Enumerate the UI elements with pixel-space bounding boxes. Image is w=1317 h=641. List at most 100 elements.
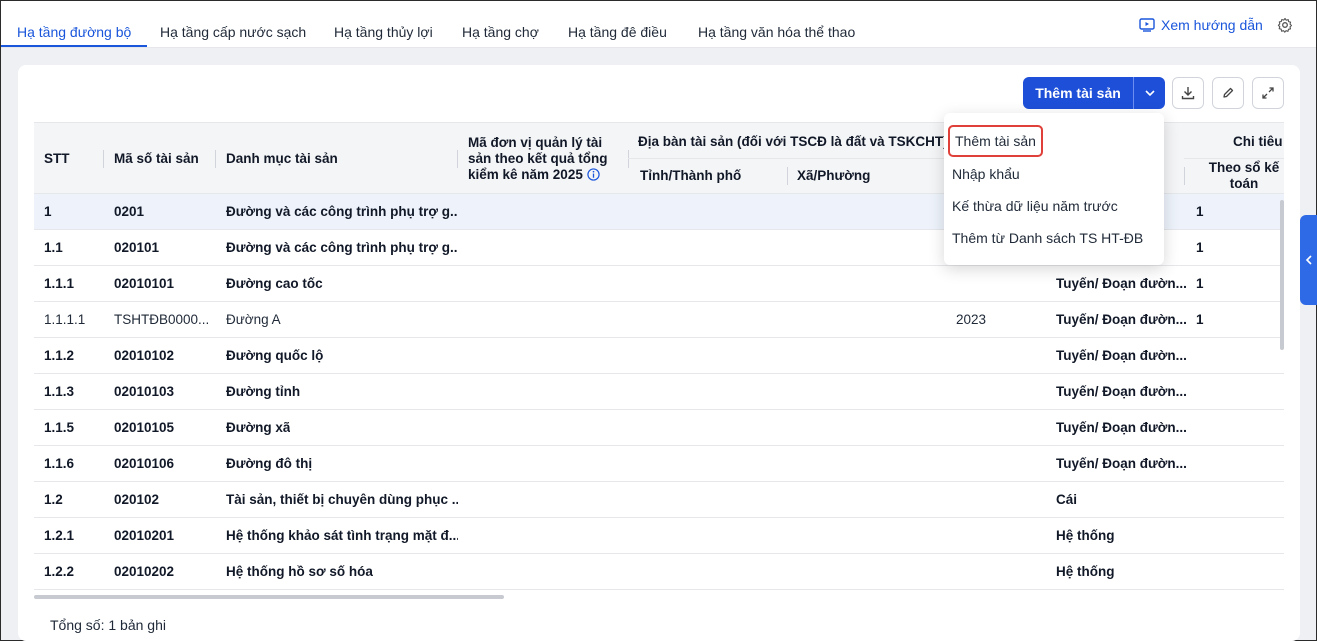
- col-ward: Xã/Phường: [797, 168, 871, 183]
- cell-stt: 1: [44, 204, 52, 219]
- pencil-icon: [1223, 87, 1234, 98]
- col-divider: [103, 150, 104, 168]
- cell-stt: 1.1: [44, 240, 63, 255]
- download-button[interactable]: [1172, 77, 1204, 109]
- menu-item-import[interactable]: Nhập khẩu: [952, 166, 1020, 182]
- col-unit-code: Mã đơn vị quản lý tài sản theo kết quả t…: [468, 135, 610, 183]
- cell-code: 02010202: [114, 564, 175, 579]
- cell-unit: Cái: [1056, 492, 1078, 507]
- cell-name: Đường và các công trình phụ trợ g...: [226, 204, 458, 219]
- cell-stt: 1.1.1.1: [44, 312, 86, 327]
- col-province: Tỉnh/Thành phố: [640, 168, 742, 183]
- cell-qty: 1: [1196, 204, 1204, 219]
- cell-name: Đường cao tốc: [226, 276, 323, 291]
- cell-unit: Tuyến/ Đoạn đườn...: [1056, 276, 1187, 291]
- col-divider: [1184, 167, 1185, 185]
- tab-duong-bo[interactable]: Hạ tầng đường bộ: [0, 1, 148, 47]
- download-icon: [1181, 87, 1195, 100]
- expand-button[interactable]: [1252, 77, 1284, 109]
- cell-code: 02010102: [114, 348, 175, 363]
- col-indicator-group: Chi tiêu: [1233, 134, 1283, 149]
- tab-van-hoa-the-thao[interactable]: Hạ tầng văn hóa thể thao: [698, 1, 855, 47]
- table-row[interactable]: 1.1.6 02010106 Đường đô thị Tuyến/ Đoạn đườ…: [34, 446, 1284, 482]
- table-row[interactable]: 1.2.2 02010202 Hệ thống hồ sơ số hóa Hệ thố…: [34, 554, 1284, 590]
- chevron-down-icon: [1144, 90, 1155, 97]
- table-row[interactable]: 1.1.1 02010101 Đường cao tốc Tuyến/ Đoạn đư…: [34, 266, 1284, 302]
- col-accounting: Theo sổ kế toán: [1208, 160, 1280, 191]
- col-category: Danh mục tài sản: [226, 151, 338, 166]
- col-divider: [628, 150, 629, 168]
- cell-name: Đường A: [226, 312, 281, 327]
- cell-name: Đường đô thị: [226, 456, 313, 471]
- cell-code: 02010201: [114, 528, 175, 543]
- cell-unit: Hệ thống: [1056, 528, 1115, 543]
- cell-name: Hệ thống hồ sơ số hóa: [226, 564, 373, 579]
- cell-unit: Tuyến/ Đoạn đườn...: [1056, 384, 1187, 399]
- table-row[interactable]: 1.1.1.1 TSHTĐB0000... Đường A 2023 Tuyến/ Đo…: [34, 302, 1284, 338]
- cell-unit: Tuyến/ Đoạn đườn...: [1056, 312, 1187, 327]
- table-row[interactable]: 1.1.5 02010105 Đường xã Tuyến/ Đoạn đườn...: [34, 410, 1284, 446]
- cell-stt: 1.1.2: [44, 348, 75, 363]
- table-row[interactable]: 1.2.1 02010201 Hệ thống khảo sát tình trạn…: [34, 518, 1284, 554]
- cell-name: Đường quốc lộ: [226, 348, 324, 363]
- cell-stt: 1.2.1: [44, 528, 75, 543]
- chevron-left-icon: [1305, 255, 1312, 265]
- cell-code: 0201: [114, 204, 145, 219]
- cell-qty: 1: [1196, 240, 1204, 255]
- vertical-scrollbar[interactable]: [1280, 200, 1284, 350]
- cell-code: 02010105: [114, 420, 175, 435]
- col-divider: [787, 167, 788, 185]
- cell-stt: 1.1.5: [44, 420, 75, 435]
- cell-year: 2023: [956, 312, 987, 327]
- table-row[interactable]: 1.1.2 02010102 Đường quốc lộ Tuyến/ Đoạn đư…: [34, 338, 1284, 374]
- add-asset-menu: Thêm tài sản Nhập khẩu Kế thừa dữ liệu n…: [944, 113, 1164, 265]
- cell-code: 02010106: [114, 456, 175, 471]
- info-icon[interactable]: [586, 168, 600, 181]
- tab-cap-nuoc-sach[interactable]: Hạ tầng cấp nước sạch: [160, 1, 306, 47]
- cell-qty: 1: [1196, 276, 1204, 291]
- horizontal-scrollbar[interactable]: [34, 595, 504, 599]
- add-asset-dropdown-toggle[interactable]: [1134, 77, 1165, 109]
- guide-link[interactable]: Xem hướng dẫn: [1139, 17, 1263, 33]
- cell-stt: 1.1.1: [44, 276, 75, 291]
- cell-name: Hệ thống khảo sát tình trạng mặt đ...: [226, 528, 458, 543]
- gear-icon[interactable]: [1277, 17, 1293, 33]
- col-location-group: Địa bàn tài sản (đối với TSCĐ là đất và …: [638, 134, 948, 149]
- col-stt: STT: [44, 151, 70, 166]
- cell-stt: 1.1.3: [44, 384, 75, 399]
- menu-item-inherit-last-year[interactable]: Kế thừa dữ liệu năm trước: [952, 198, 1118, 214]
- cell-code: 02010101: [114, 276, 175, 291]
- guide-label: Xem hướng dẫn: [1161, 17, 1263, 33]
- tab-de-dieu[interactable]: Hạ tầng đê điều: [568, 1, 667, 47]
- cell-name: Tài sản, thiết bị chuyên dùng phục ...: [226, 492, 458, 507]
- cell-stt: 1.1.6: [44, 456, 75, 471]
- cell-code: 020101: [114, 240, 160, 255]
- cell-code: 020102: [114, 492, 160, 507]
- edit-button[interactable]: [1212, 77, 1244, 109]
- cell-code: 02010103: [114, 384, 175, 399]
- add-asset-button[interactable]: Thêm tài sản: [1023, 77, 1133, 109]
- cell-code: TSHTĐB0000...: [114, 312, 210, 327]
- cell-unit: Tuyến/ Đoạn đườn...: [1056, 420, 1187, 435]
- cell-unit: Hệ thống: [1056, 564, 1115, 579]
- table-row[interactable]: 1.2 020102 Tài sản, thiết bị chuyên dùng p…: [34, 482, 1284, 518]
- cell-unit: Tuyến/ Đoạn đườn...: [1056, 456, 1187, 471]
- table-row[interactable]: 1.1.3 02010103 Đường tỉnh Tuyến/ Đoạn đườn.…: [34, 374, 1284, 410]
- menu-item-add-asset[interactable]: Thêm tài sản: [948, 125, 1043, 157]
- col-code: Mã số tài sản: [114, 151, 199, 166]
- top-tab-bar: Hạ tầng đường bộ Hạ tầng cấp nước sạch H…: [0, 1, 1316, 48]
- cell-unit: Tuyến/ Đoạn đườn...: [1056, 348, 1187, 363]
- tab-cho[interactable]: Hạ tầng chợ: [462, 1, 539, 47]
- video-guide-icon: [1139, 18, 1155, 32]
- cell-name: Đường xã: [226, 420, 291, 435]
- menu-item-add-from-list[interactable]: Thêm từ Danh sách TS HT-ĐB: [952, 230, 1143, 246]
- total-label: Tổng số:: [50, 617, 105, 633]
- add-asset-split-button[interactable]: Thêm tài sản: [1023, 77, 1165, 109]
- tab-thuy-loi[interactable]: Hạ tầng thủy lợi: [334, 1, 433, 47]
- cell-stt: 1.2: [44, 492, 63, 507]
- side-panel-toggle[interactable]: [1300, 215, 1317, 305]
- header-divider: [628, 158, 958, 159]
- cell-qty: 1: [1196, 312, 1204, 327]
- header-divider: [1184, 158, 1284, 159]
- table-footer: Tổng số: 1 bản ghi: [50, 617, 166, 633]
